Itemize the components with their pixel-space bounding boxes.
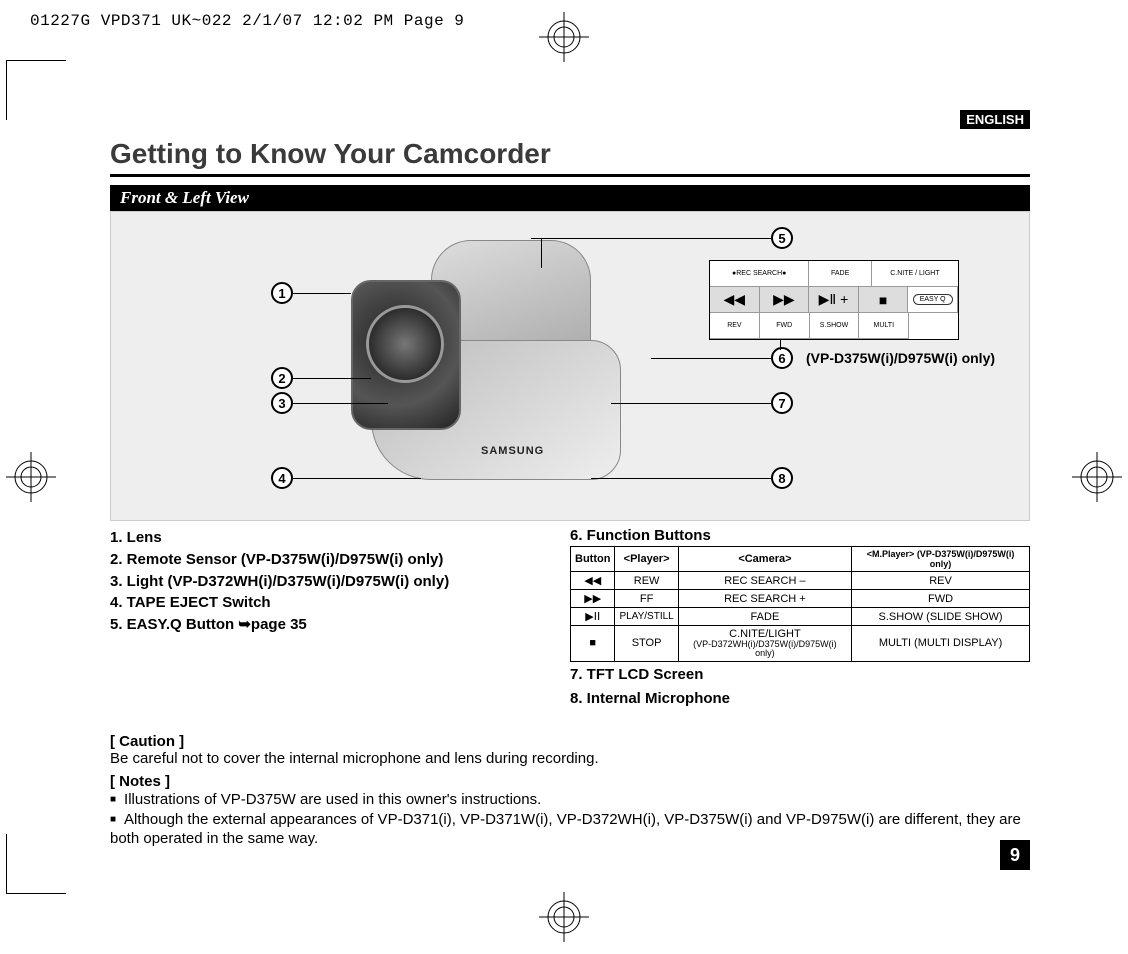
easyq-pill: EASY Q <box>908 287 958 313</box>
brand-label: SAMSUNG <box>481 445 544 457</box>
caution-heading: [ Caution ] <box>110 733 1030 750</box>
callout-line <box>293 478 421 479</box>
page-content: ENGLISH Getting to Know Your Camcorder F… <box>110 110 1030 870</box>
cell: FADE <box>678 608 851 626</box>
cell: REC SEARCH – <box>678 572 851 590</box>
left-column: 1. Lens 2. Remote Sensor (VP-D375W(i)/D9… <box>110 527 550 636</box>
table-row: ▶ⅠⅠ PLAY/STILL FADE S.SHOW (SLIDE SHOW) <box>571 608 1030 626</box>
illustration-note: (VP-D375W(i)/D975W(i) only) <box>806 350 995 366</box>
cell: REV <box>852 572 1030 590</box>
callout-vline <box>780 340 781 350</box>
right-column: 6. Function Buttons Button <Player> <Cam… <box>570 527 1030 709</box>
note-item: Illustrations of VP-D375W are used in th… <box>110 790 1030 810</box>
notes-heading: [ Notes ] <box>110 773 1030 790</box>
th-camera: <Camera> <box>678 547 851 572</box>
ff-icon: ▶▶ <box>760 287 810 313</box>
list-item: 2. Remote Sensor (VP-D375W(i)/D975W(i) o… <box>110 549 550 571</box>
list-item: 8. Internal Microphone <box>570 688 1030 710</box>
stop-icon: ■ <box>571 626 615 662</box>
list-item: 5. EASY.Q Button ➥page 35 <box>110 614 550 636</box>
illustration-panel: SAMSUNG 1 2 3 4 5 6 7 8 (VP-D375W(i)/D97… <box>110 211 1030 521</box>
callout-line <box>531 238 771 239</box>
callout-line <box>293 293 351 294</box>
registration-mark-top <box>539 12 589 62</box>
fp-blank <box>909 313 958 339</box>
th-mplayer: <M.Player> (VP-D375W(i)/D975W(i) only) <box>852 547 1030 572</box>
th-button: Button <box>571 547 615 572</box>
function-buttons-table: Button <Player> <Camera> <M.Player> (VP-… <box>570 546 1030 662</box>
callout-6: 6 <box>771 347 793 369</box>
callout-line <box>293 378 371 379</box>
callout-5: 5 <box>771 227 793 249</box>
cell: REC SEARCH + <box>678 590 851 608</box>
list-item: 1. Lens <box>110 527 550 549</box>
table-row: ▶▶ FF REC SEARCH + FWD <box>571 590 1030 608</box>
list-item: 4. TAPE EJECT Switch <box>110 592 550 614</box>
stop-icon: ■ <box>859 287 909 313</box>
cell: FF <box>615 590 678 608</box>
callout-line <box>591 478 771 479</box>
cell: PLAY/STILL <box>615 608 678 626</box>
callout-line <box>293 403 388 404</box>
rew-icon: ◀◀ <box>710 287 760 313</box>
callout-line <box>651 358 771 359</box>
callout-1: 1 <box>271 282 293 304</box>
fp-label: S.SHOW <box>810 313 860 339</box>
list-item: 7. TFT LCD Screen <box>570 664 1030 686</box>
cell: MULTI (MULTI DISPLAY) <box>852 626 1030 662</box>
callout-8: 8 <box>771 467 793 489</box>
callout-vline <box>541 238 542 268</box>
crop-mark <box>6 60 66 120</box>
fp-label: ● REC SEARCH ● <box>710 261 809 287</box>
language-badge: ENGLISH <box>960 110 1030 129</box>
table-row: ◀◀ REW REC SEARCH – REV <box>571 572 1030 590</box>
fp-label: C.NITE / LIGHT <box>872 261 958 287</box>
print-meta: 01227G VPD371 UK~022 2/1/07 12:02 PM Pag… <box>30 12 464 30</box>
callout-2: 2 <box>271 367 293 389</box>
function-buttons-title: 6. Function Buttons <box>570 527 1030 544</box>
play-pause-icon: ▶Ⅱ + <box>809 287 859 313</box>
lower-content: 1. Lens 2. Remote Sensor (VP-D375W(i)/D9… <box>110 527 1030 709</box>
notes-list: Illustrations of VP-D375W are used in th… <box>110 790 1030 849</box>
note-item: Although the external appearances of VP-… <box>110 810 1030 849</box>
rew-icon: ◀◀ <box>571 572 615 590</box>
table-row: ■ STOP C.NITE/LIGHT (VP-D372WH(i)/D375W(… <box>571 626 1030 662</box>
crop-mark <box>6 834 66 894</box>
page-title: Getting to Know Your Camcorder <box>110 138 1030 170</box>
registration-mark-bottom <box>539 892 589 942</box>
fp-label: FWD <box>760 313 810 339</box>
section-heading: Front & Left View <box>110 185 1030 211</box>
fp-label: MULTI <box>859 313 909 339</box>
cell: REW <box>615 572 678 590</box>
camcorder-illustration: SAMSUNG <box>351 230 651 500</box>
page-number: 9 <box>1000 840 1030 870</box>
list-item: 3. Light (VP-D372WH(i)/D375W(i)/D975W(i)… <box>110 571 550 593</box>
registration-mark-right <box>1072 452 1122 502</box>
fp-label: FADE <box>809 261 872 287</box>
th-player: <Player> <box>615 547 678 572</box>
parts-list: 1. Lens 2. Remote Sensor (VP-D375W(i)/D9… <box>110 527 550 636</box>
callout-7: 7 <box>771 392 793 414</box>
callout-3: 3 <box>271 392 293 414</box>
cell: STOP <box>615 626 678 662</box>
callout-line <box>611 403 771 404</box>
function-panel-inset: ● REC SEARCH ● FADE C.NITE / LIGHT ◀◀ ▶▶… <box>709 260 959 340</box>
title-rule <box>110 174 1030 177</box>
caution-text: Be careful not to cover the internal mic… <box>110 750 1030 767</box>
play-pause-icon: ▶ⅠⅠ <box>571 608 615 626</box>
callout-4: 4 <box>271 467 293 489</box>
cell: C.NITE/LIGHT (VP-D372WH(i)/D375W(i)/D975… <box>678 626 851 662</box>
cell: FWD <box>852 590 1030 608</box>
registration-mark-left <box>6 452 56 502</box>
fp-label: REV <box>710 313 760 339</box>
cell: S.SHOW (SLIDE SHOW) <box>852 608 1030 626</box>
ff-icon: ▶▶ <box>571 590 615 608</box>
